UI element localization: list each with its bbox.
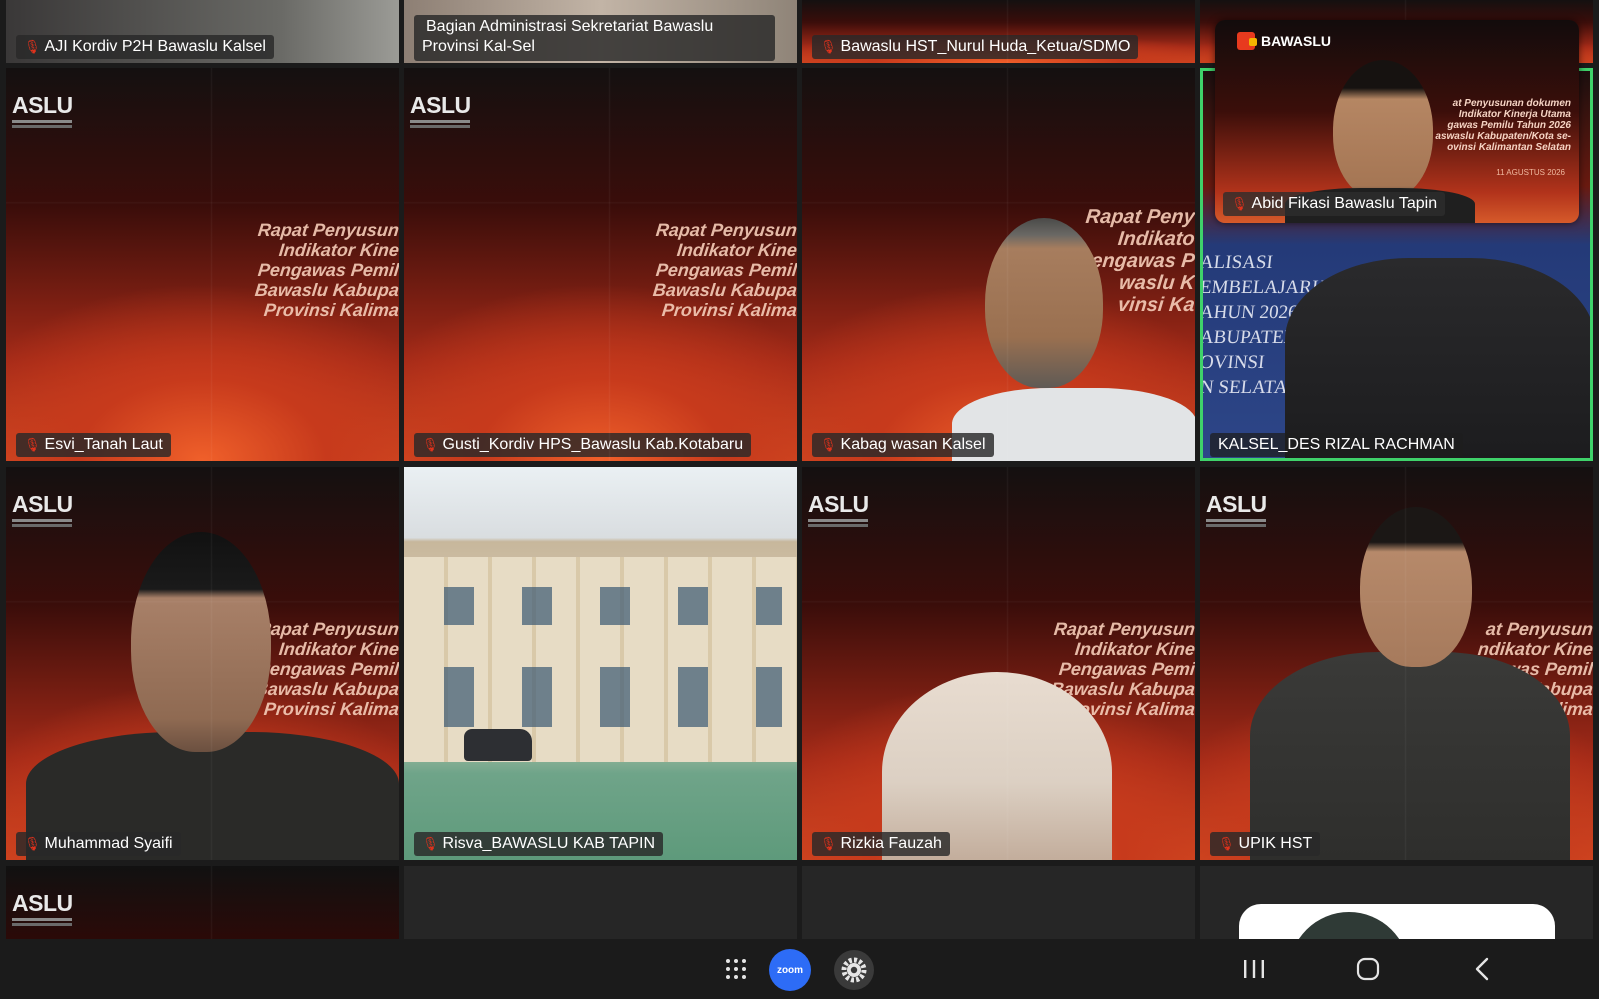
participant-tile[interactable]: Rapat Peny Indikato Pengawas Pwaslu Kvinsi… (802, 68, 1195, 461)
logo-subtitle (808, 519, 868, 522)
participant-tile[interactable]: 🎙︎ Risva_BAWASLU KAB TAPIN (404, 467, 797, 860)
bawaslu-logo: ASLU (12, 92, 73, 118)
participant-name: Esvi_Tanah Laut (44, 436, 163, 453)
participant-nameplate: 🎙︎ UPIK HST (1210, 832, 1321, 856)
participant-tile-empty[interactable] (404, 866, 797, 939)
participant-name: KALSEL_DES RIZAL RACHMAN (1218, 436, 1455, 453)
slide-text: Rapat Penyusun Indikator Kine Pengawas Pem… (253, 619, 399, 719)
mic-muted-icon: 🎙︎ (24, 39, 41, 54)
logo-subtitle (410, 120, 470, 123)
bawaslu-logo: ASLU (1206, 491, 1267, 517)
participant-nameplate: Bagian Administrasi Sekretariat Bawaslu … (414, 15, 775, 61)
participant-name: Risva_BAWASLU KAB TAPIN (442, 835, 656, 852)
bawaslu-logo-icon (1237, 32, 1257, 50)
mic-muted-icon: 🎙︎ (1218, 836, 1235, 851)
participant-nameplate: 🎙︎ Bawaslu HST_Nurul Huda_Ketua/SDMO (812, 35, 1139, 59)
participant-tile[interactable]: 🎙︎ Bawaslu HST_Nurul Huda_Ketua/SDMO (802, 0, 1195, 63)
participant-tile[interactable]: Bagian Administrasi Sekretariat Bawaslu … (404, 0, 797, 63)
home-icon[interactable] (1350, 951, 1386, 987)
pip-participant-face (1333, 60, 1433, 200)
participant-name: AJI Kordiv P2H Bawaslu Kalsel (44, 38, 266, 55)
participant-nameplate: 🎙︎ Gusti_Kordiv HPS_Bawaslu Kab.Kotabaru (414, 433, 752, 457)
participant-face (131, 532, 271, 752)
recent-apps-icon[interactable] (1236, 951, 1272, 987)
bawaslu-logo: ASLU (808, 491, 869, 517)
mic-muted-icon: 🎙︎ (24, 836, 41, 851)
participant-name: Muhammad Syaifi (44, 835, 173, 852)
pip-slide-date: 11 AGUSTUS 2026 (1496, 168, 1565, 177)
pip-video-window[interactable]: BAWASLU at Penyusunan dokumen Indikator K… (1215, 20, 1579, 223)
logo-subtitle (12, 918, 72, 921)
participant-nameplate: 🎙︎ AJI Kordiv P2H Bawaslu Kalsel (16, 35, 274, 59)
participant-name: Abid Fikasi Bawaslu Tapin (1251, 195, 1438, 212)
logo-subtitle (12, 120, 72, 123)
pip-nameplate: 🎙︎ Abid Fikasi Bawaslu Tapin (1223, 192, 1446, 216)
participant-nameplate: 🎙︎ Rizkia Fauzah (812, 832, 950, 856)
participant-nameplate: 🎙︎ Esvi_Tanah Laut (16, 433, 171, 457)
participant-tile[interactable]: ASLU Rapat Penyusun Indikator Kine Pengawa… (802, 467, 1195, 860)
participant-tile-empty[interactable] (802, 866, 1195, 939)
bawaslu-logo: ASLU (410, 92, 471, 118)
participant-name: Gusti_Kordiv HPS_Bawaslu Kab.Kotabaru (442, 436, 744, 453)
participant-nameplate: 🎙︎ Muhammad Syaifi (16, 832, 181, 856)
participant-name: Rizkia Fauzah (840, 835, 942, 852)
participant-video (1285, 258, 1593, 461)
apps-grid-icon[interactable] (718, 951, 754, 987)
slide-text: Rapat Penyusun Indikator Kine Pengawas Pem… (253, 220, 399, 320)
pip-slide-text: at Penyusunan dokumen Indikator Kinerja U… (1435, 98, 1571, 153)
participant-nameplate: KALSEL_DES RIZAL RACHMAN (1210, 433, 1463, 457)
participant-name: UPIK HST (1238, 835, 1313, 852)
settings-gear-icon[interactable] (834, 950, 874, 990)
logo-subtitle (12, 519, 72, 522)
participant-nameplate: 🎙︎ Kabag wasan Kalsel (812, 433, 994, 457)
slide-text: Rapat Penyusun Indikator Kine Pengawas Pem… (651, 220, 797, 320)
pip-bawaslu-logo: BAWASLU (1237, 32, 1331, 50)
mic-muted-icon: 🎙︎ (820, 39, 837, 54)
bawaslu-logo: ASLU (12, 890, 73, 916)
mic-muted-icon: 🎙︎ (422, 836, 439, 851)
mic-muted-icon: 🎙︎ (820, 437, 837, 452)
participant-name: Bagian Administrasi Sekretariat Bawaslu … (422, 18, 714, 55)
participant-tile[interactable]: 🎙︎ AJI Kordiv P2H Bawaslu Kalsel (6, 0, 399, 63)
bawaslu-logo: ASLU (12, 491, 73, 517)
participant-tile[interactable]: ASLU at Penyusun ndikator Kine gawas Pemil… (1200, 467, 1593, 860)
mic-muted-icon: 🎙︎ (24, 437, 41, 452)
zoom-app-icon[interactable]: zoom (769, 949, 811, 991)
participant-name: Bawaslu HST_Nurul Huda_Ketua/SDMO (840, 38, 1131, 55)
mic-muted-icon: 🎙︎ (422, 437, 439, 452)
participant-tile[interactable]: ASLU Rapat Penyusun Indikator Kine Pengawa… (6, 467, 399, 860)
participant-nameplate: 🎙︎ Risva_BAWASLU KAB TAPIN (414, 832, 664, 856)
participant-video (1250, 652, 1570, 860)
mic-muted-icon: 🎙︎ (820, 836, 837, 851)
participant-tile[interactable]: ASLU Rapat Penyusun Indikator Kine Pengawa… (6, 68, 399, 461)
mic-muted-icon: 🎙︎ (1231, 196, 1248, 211)
participant-face (985, 218, 1103, 388)
participant-name: Kabag wasan Kalsel (840, 436, 986, 453)
logo-subtitle (1206, 519, 1266, 522)
participant-face (1360, 507, 1472, 667)
participant-tile[interactable]: ASLU Rapat Penyusun Indikator Kine Pengawa… (404, 68, 797, 461)
participant-tile[interactable]: ASLU (6, 866, 399, 939)
back-icon[interactable] (1464, 951, 1500, 987)
car-image (464, 729, 532, 761)
